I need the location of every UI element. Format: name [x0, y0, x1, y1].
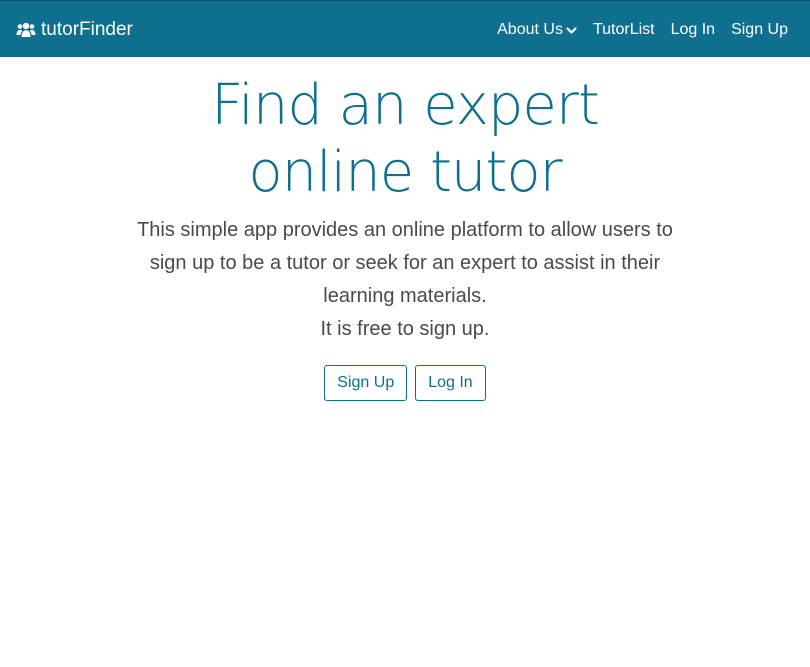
- login-button[interactable]: Log In: [415, 365, 486, 401]
- nav-about-us-label: About Us: [497, 20, 563, 38]
- hero-section: Find an expert online tutor This simple …: [0, 72, 810, 401]
- hero-description: This simple app provides an online platf…: [137, 219, 673, 307]
- nav-signup[interactable]: Sign Up: [731, 21, 788, 39]
- hero-free-text: It is free to sign up.: [320, 318, 490, 340]
- brand-name: tutorFinder: [41, 18, 133, 40]
- hero-buttons: Sign Up Log In: [0, 365, 810, 401]
- chevron-down-icon: [566, 27, 577, 34]
- top-navbar: tutorFinder About Us TutorList Log In Si…: [0, 0, 810, 57]
- nav-links: About Us TutorList Log In Sign Up: [481, 1, 788, 58]
- nav-about-us[interactable]: About Us: [497, 21, 577, 39]
- signup-button[interactable]: Sign Up: [324, 365, 408, 401]
- brand-link[interactable]: tutorFinder: [16, 1, 133, 58]
- users-icon: [16, 22, 36, 37]
- nav-tutorlist[interactable]: TutorList: [593, 21, 655, 39]
- nav-login[interactable]: Log In: [671, 21, 715, 39]
- hero-title: Find an expert online tutor: [211, 73, 600, 205]
